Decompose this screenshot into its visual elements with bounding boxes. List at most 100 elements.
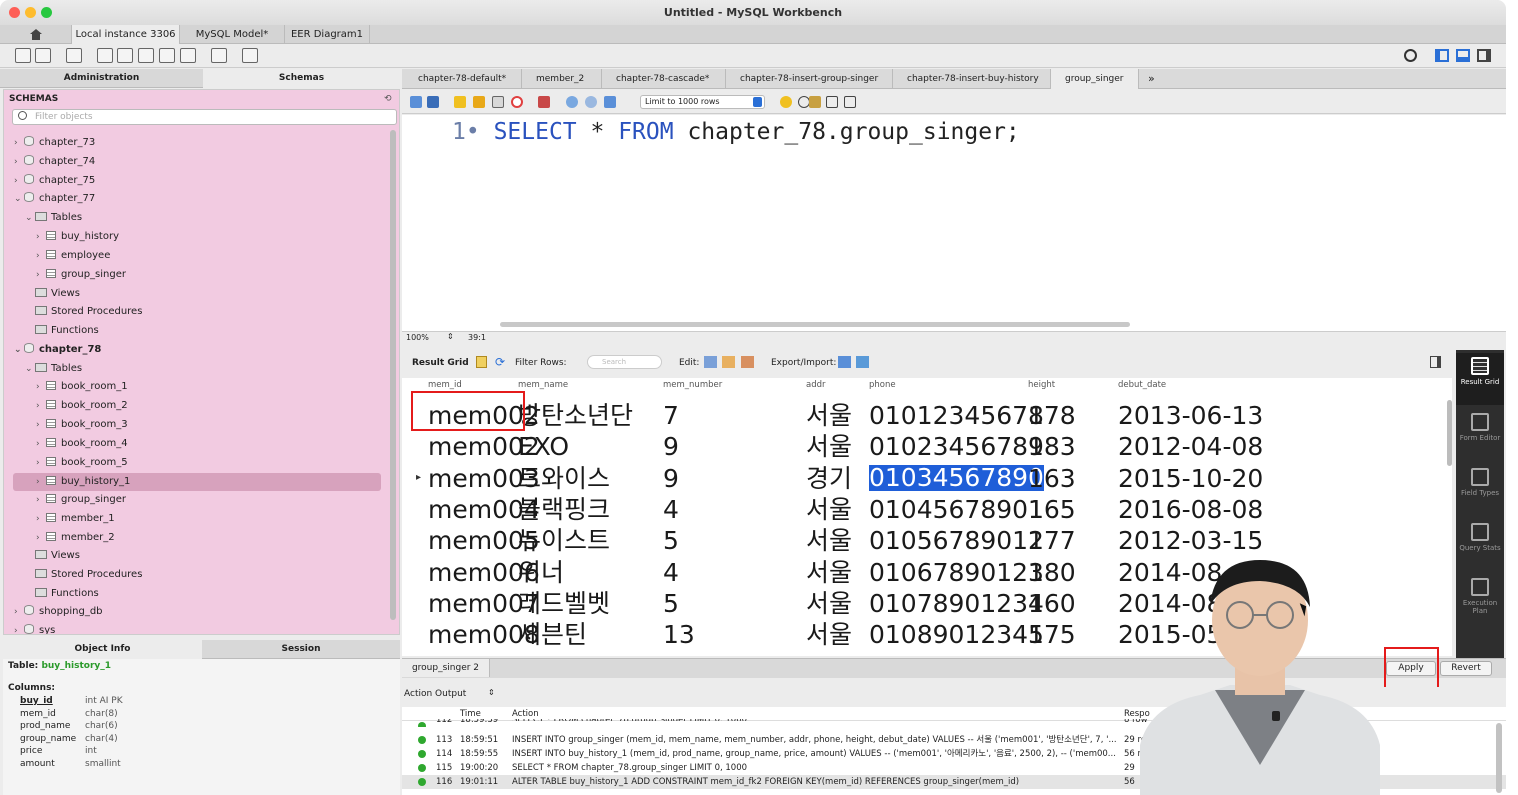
tab-schemas[interactable]: Schemas	[203, 69, 400, 88]
grid-cell[interactable]: 13	[663, 619, 695, 650]
grid-header-debut-date[interactable]: debut_date	[1118, 380, 1166, 390]
grid-cell[interactable]: 9	[663, 431, 679, 462]
chevron-right-icon[interactable]: ›	[14, 153, 24, 171]
grid-cell[interactable]: 4	[663, 494, 679, 525]
refresh-results-icon[interactable]: ⟳	[495, 355, 505, 369]
tree-table-group-singer[interactable]: › group_singer	[36, 266, 126, 284]
grid-cell[interactable]: 175	[1028, 619, 1076, 650]
grid-cell[interactable]: 177	[1028, 525, 1076, 556]
chevron-right-icon[interactable]: ›	[36, 510, 46, 528]
chevron-right-icon[interactable]: ›	[36, 491, 46, 509]
tree-table-book-room-5[interactable]: › book_room_5	[36, 454, 128, 472]
grid-layout-icon[interactable]	[476, 356, 487, 368]
invisible-chars-icon[interactable]	[826, 96, 838, 108]
zoom-level[interactable]: 100%	[406, 333, 429, 342]
refresh-icon[interactable]: ⟲	[384, 94, 392, 104]
grid-cell[interactable]: 세븐틴	[518, 619, 587, 650]
chevron-right-icon[interactable]: ›	[36, 473, 46, 491]
grid-cell[interactable]: 01034567890	[869, 464, 1044, 491]
query-tab-group-singer[interactable]: group_singer	[1051, 69, 1139, 89]
execute-current-icon[interactable]	[473, 96, 485, 108]
toggle-continue-icon[interactable]	[538, 96, 550, 108]
schema-sys[interactable]: › sys	[14, 622, 55, 634]
chevron-down-icon[interactable]: ⌄	[14, 341, 24, 359]
grid-cell[interactable]: 01045678901	[869, 494, 1044, 525]
schema-chapter-74[interactable]: › chapter_74	[14, 153, 95, 171]
query-tab-insert-group-singer[interactable]: chapter-78-insert-group-singer	[726, 69, 893, 89]
schema-shopping-db[interactable]: › shopping_db	[14, 603, 103, 621]
tree-table-book-room-4[interactable]: › book_room_4	[36, 435, 128, 453]
tree-table-book-room-3[interactable]: › book_room_3	[36, 416, 128, 434]
grid-cell[interactable]: 방탄소년단	[518, 400, 633, 431]
filter-rows-input[interactable]: Search	[587, 355, 662, 369]
chevron-right-icon[interactable]: ›	[36, 529, 46, 547]
zoom-stepper-icon[interactable]: ⇕	[447, 332, 454, 341]
grid-cell[interactable]: 5	[663, 525, 679, 556]
toggle-panel-icon[interactable]	[1430, 356, 1441, 368]
tree-table-buy-history-1[interactable]: › buy_history_1	[13, 473, 381, 491]
sidebar-query-stats[interactable]: Query Stats	[1456, 520, 1504, 570]
grid-cell[interactable]: 01067890123	[869, 557, 1044, 588]
explain-icon[interactable]	[492, 96, 504, 108]
grid-cell[interactable]: 01023456789	[869, 431, 1044, 462]
grid-cell[interactable]: 01078901234	[869, 588, 1044, 619]
chevron-down-icon[interactable]: ⌄	[25, 209, 35, 227]
new-sql-tab-icon[interactable]	[15, 48, 31, 63]
grid-cell[interactable]: 트와이스	[518, 463, 610, 494]
revert-button[interactable]: Revert	[1440, 661, 1492, 676]
tree-folder-stored-procedures[interactable]: Stored Procedures	[35, 303, 142, 321]
sql-line-1[interactable]: 1• SELECT * FROM chapter_78.group_singer…	[452, 119, 1020, 145]
beautify-icon[interactable]	[780, 96, 792, 108]
filter-objects-input[interactable]: Filter objects	[12, 109, 397, 125]
query-tab-insert-buy-history[interactable]: chapter-78-insert-buy-history	[893, 69, 1051, 89]
chevron-down-icon[interactable]: ⌄	[25, 360, 35, 378]
schema-chapter-73[interactable]: › chapter_73	[14, 134, 95, 152]
autocommit-icon[interactable]	[604, 96, 616, 108]
query-tab-chapter-78-cascade[interactable]: chapter-78-cascade*	[602, 69, 726, 89]
grid-cell[interactable]: 01056789012	[869, 525, 1044, 556]
close-window-button[interactable]	[9, 7, 20, 18]
grid-header-mem-name[interactable]: mem_name	[518, 380, 568, 390]
tree-table-book-room-2[interactable]: › book_room_2	[36, 397, 128, 415]
grid-cell[interactable]: 2015-10-20	[1118, 463, 1263, 494]
reconnect-icon[interactable]	[242, 48, 258, 63]
grid-cell[interactable]: 레드벨벳	[518, 588, 610, 619]
tab-object-info[interactable]: Object Info	[3, 640, 202, 659]
schemas-scrollbar[interactable]	[390, 130, 396, 620]
chevron-right-icon[interactable]: ›	[14, 172, 24, 190]
tab-session[interactable]: Session	[202, 640, 400, 659]
commit-icon[interactable]	[566, 96, 578, 108]
grid-cell[interactable]: 7	[663, 400, 679, 431]
open-file-icon[interactable]	[410, 96, 422, 108]
grid-cell[interactable]: 서울	[806, 525, 852, 556]
tree-folder-stored-procedures[interactable]: Stored Procedures	[35, 566, 142, 584]
chevron-right-icon[interactable]: ›	[36, 228, 46, 246]
output-scrollbar[interactable]	[1496, 723, 1502, 793]
edit-row-icon[interactable]	[704, 356, 717, 368]
sidebar-result-grid[interactable]: Result Grid	[1456, 353, 1504, 405]
grid-cell[interactable]: 178	[1028, 400, 1076, 431]
grid-cell[interactable]: 서울	[806, 619, 852, 650]
grid-cell[interactable]: 2012-04-08	[1118, 431, 1263, 462]
tree-folder-views[interactable]: Views	[35, 547, 80, 565]
tree-folder-tables[interactable]: ⌄ Tables	[25, 360, 82, 378]
grid-header-height[interactable]: height	[1028, 380, 1055, 390]
tree-table-group-singer[interactable]: › group_singer	[36, 491, 126, 509]
grid-vertical-scrollbar[interactable]	[1447, 400, 1452, 466]
grid-header-mem-number[interactable]: mem_number	[663, 380, 722, 390]
grid-cell[interactable]: 2013-06-13	[1118, 400, 1263, 431]
grid-cell[interactable]: 위너	[518, 557, 564, 588]
editor-horizontal-scrollbar[interactable]	[500, 322, 1130, 327]
result-tab-group-singer-2[interactable]: group_singer 2	[402, 659, 490, 677]
more-tabs-icon[interactable]: »	[1148, 72, 1155, 85]
chevron-right-icon[interactable]: ›	[36, 435, 46, 453]
output-selector[interactable]: Action Output	[404, 689, 466, 699]
chevron-right-icon[interactable]: ›	[36, 454, 46, 472]
chevron-right-icon[interactable]: ›	[36, 397, 46, 415]
grid-header-addr[interactable]: addr	[806, 380, 826, 390]
sidebar-field-types[interactable]: Field Types	[1456, 465, 1504, 515]
grid-cell[interactable]: EXO	[518, 431, 569, 462]
grid-cell[interactable]: 01089012345	[869, 619, 1044, 650]
inspector-icon[interactable]	[66, 48, 82, 63]
tree-table-book-room-1[interactable]: › book_room_1	[36, 378, 128, 396]
